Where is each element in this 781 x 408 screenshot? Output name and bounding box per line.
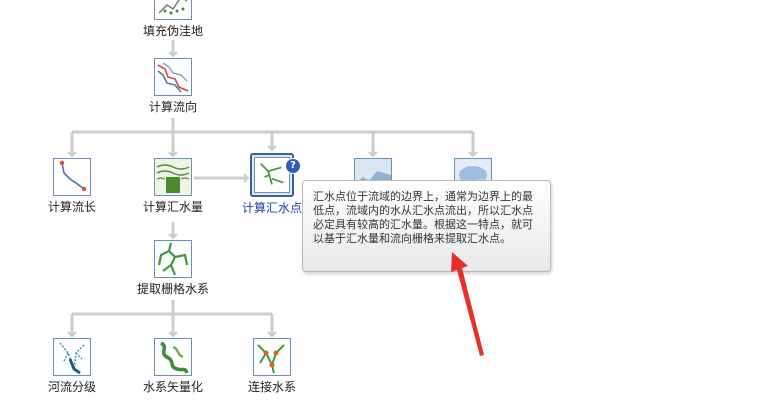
scatter-dots-icon (154, 0, 192, 20)
node-label: 计算流长 (47, 200, 96, 214)
node-stream-link[interactable]: 连接水系 (217, 338, 327, 394)
node-stream-to-vector[interactable]: 水系矢量化 (118, 338, 228, 394)
flow-accumulation-icon (154, 158, 192, 196)
stream-network-icon (154, 240, 192, 278)
workflow-canvas: 填充伪洼地 计算流向 计算流长 计算汇水量 计算汇水点 ? 提取栅格水系 河流分… (0, 0, 781, 408)
tooltip-text: 汇水点位于流域的边界上，通常为边界上的最低点，流域内的水从汇水点流出，所以汇水点… (313, 190, 533, 245)
node-label: 提取栅格水系 (136, 282, 209, 296)
stream-vector-icon (154, 338, 192, 376)
flow-length-icon (53, 158, 91, 196)
help-tooltip: 汇水点位于流域的边界上，通常为边界上的最低点，流域内的水从汇水点流出，所以汇水点… (302, 180, 551, 272)
node-stream-order[interactable]: 河流分级 (17, 338, 127, 394)
node-label: 连接水系 (247, 380, 296, 394)
node-label: 水系矢量化 (142, 380, 203, 394)
node-flow-length[interactable]: 计算流长 (17, 158, 127, 214)
node-label: 填充伪洼地 (142, 24, 203, 38)
node-fill-sinks[interactable]: 填充伪洼地 (118, 0, 228, 38)
node-extract-stream-raster[interactable]: 提取栅格水系 (118, 240, 228, 296)
flow-direction-icon (154, 58, 192, 96)
help-icon[interactable]: ? (285, 158, 301, 174)
stream-order-icon (53, 338, 91, 376)
node-label: 计算汇水量 (142, 200, 203, 214)
node-flow-direction[interactable]: 计算流向 (118, 58, 228, 114)
node-label: 计算流向 (148, 100, 197, 114)
stream-link-icon (253, 338, 291, 376)
node-label: 河流分级 (47, 380, 96, 394)
node-flow-accumulation[interactable]: 计算汇水量 (118, 158, 228, 214)
